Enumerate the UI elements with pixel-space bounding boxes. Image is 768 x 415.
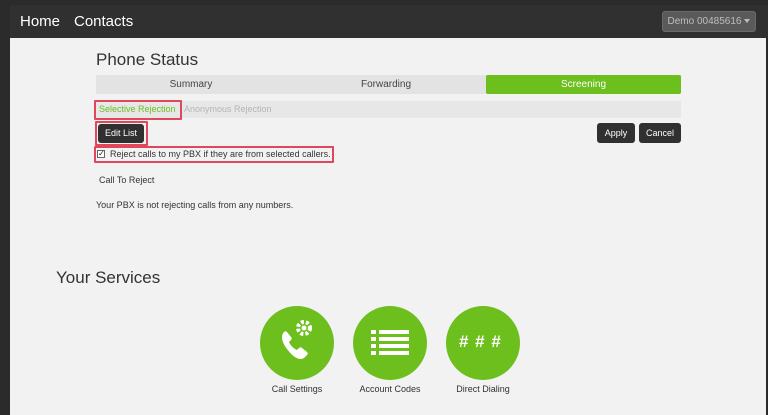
highlight-box-edit-list bbox=[95, 121, 148, 146]
phone-status-tabs: Summary Forwarding Screening bbox=[96, 75, 681, 94]
hash-icon: # # # bbox=[459, 332, 502, 351]
apply-button[interactable]: Apply bbox=[597, 123, 635, 143]
main-content: Phone Status Summary Forwarding Screenin… bbox=[10, 38, 766, 415]
list-icon bbox=[371, 330, 409, 355]
account-label: Demo 00485616 bbox=[667, 16, 742, 27]
phone-gear-icon bbox=[282, 320, 312, 359]
highlight-box-checkbox bbox=[94, 146, 334, 163]
call-settings-service[interactable] bbox=[260, 306, 334, 380]
highlight-box-subtab bbox=[94, 100, 182, 120]
caret-down-icon bbox=[744, 19, 751, 24]
empty-list-message: Your PBX is not rejecting calls from any… bbox=[96, 200, 294, 210]
direct-dialing-service[interactable]: # # # bbox=[446, 306, 520, 380]
subtab-anonymous-rejection[interactable]: Anonymous Rejection bbox=[184, 101, 272, 118]
top-navbar: Home Contacts Demo 00485616 bbox=[10, 5, 768, 38]
tab-summary[interactable]: Summary bbox=[96, 75, 286, 94]
call-settings-label: Call Settings bbox=[271, 384, 323, 394]
call-to-reject-heading: Call To Reject bbox=[99, 175, 155, 185]
account-codes-label: Account Codes bbox=[359, 384, 421, 394]
screening-subtabs: Selective Rejection Anonymous Rejection bbox=[96, 101, 681, 118]
nav-home-link[interactable]: Home bbox=[20, 13, 60, 30]
services-title: Your Services bbox=[56, 268, 161, 287]
page-title: Phone Status bbox=[96, 50, 199, 69]
cancel-button[interactable]: Cancel bbox=[639, 123, 681, 143]
tab-screening[interactable]: Screening bbox=[486, 75, 681, 94]
account-codes-service[interactable] bbox=[353, 306, 427, 380]
direct-dialing-label: Direct Dialing bbox=[456, 384, 510, 394]
account-dropdown-button[interactable]: Demo 00485616 bbox=[662, 11, 756, 32]
nav-contacts-link[interactable]: Contacts bbox=[74, 13, 133, 30]
tab-forwarding[interactable]: Forwarding bbox=[286, 75, 486, 94]
